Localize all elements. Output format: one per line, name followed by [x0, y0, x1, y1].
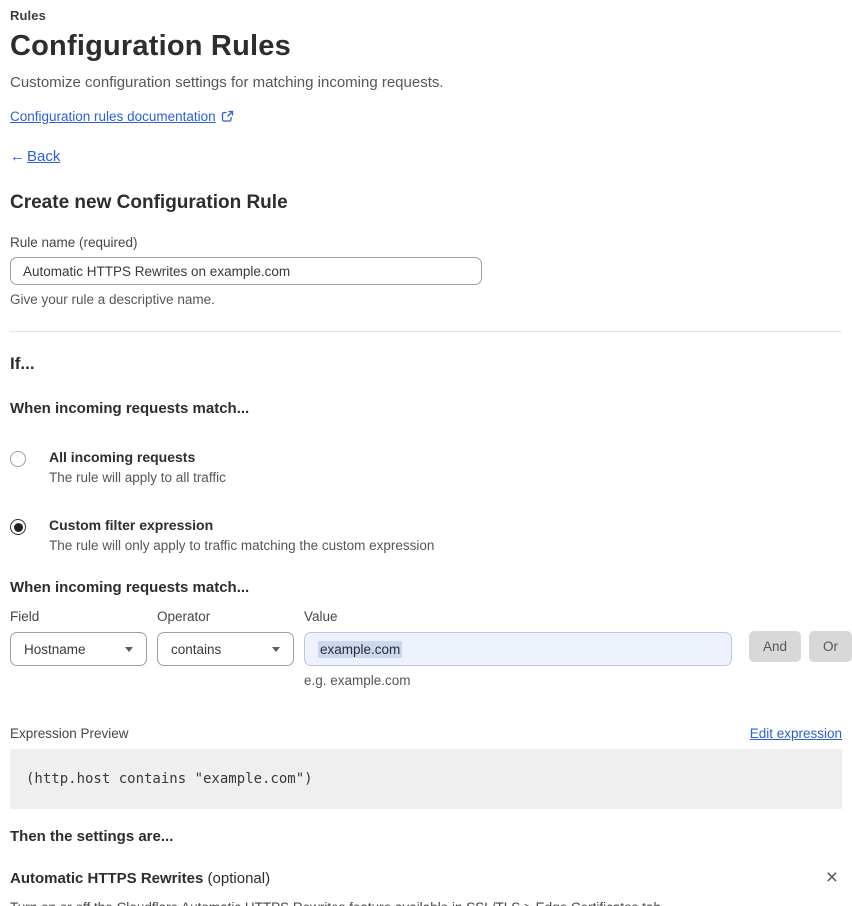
value-input[interactable]: example.com	[304, 632, 732, 666]
documentation-link[interactable]: Configuration rules documentation	[10, 109, 216, 124]
radio-option-description: The rule will only apply to traffic matc…	[49, 538, 435, 553]
field-select-value: Hostname	[24, 641, 86, 657]
builder-title: When incoming requests match...	[10, 579, 250, 596]
expression-builder-row: Field Hostname Operator contains Value e…	[10, 609, 852, 688]
field-column: Field Hostname	[10, 609, 147, 666]
back-arrow-icon: ←	[10, 148, 25, 165]
field-label: Field	[10, 609, 40, 624]
page-subtitle: Customize configuration settings for mat…	[10, 74, 444, 91]
radio-option-all-requests[interactable]: All incoming requests The rule will appl…	[10, 449, 842, 485]
operator-select-value: contains	[171, 641, 222, 657]
operator-label: Operator	[157, 609, 211, 624]
close-icon[interactable]: ×	[822, 867, 842, 888]
match-title: When incoming requests match...	[10, 400, 250, 417]
radio-option-description: The rule will apply to all traffic	[49, 470, 226, 485]
value-column: Value example.com e.g. example.com	[304, 609, 732, 688]
radio-button-icon[interactable]	[10, 451, 26, 467]
create-rule-title: Create new Configuration Rule	[10, 192, 288, 213]
page-title: Configuration Rules	[10, 30, 291, 62]
setting-card-automatic-https-rewrites: Automatic HTTPS Rewrites (optional) × Tu…	[10, 867, 842, 906]
back-link[interactable]: Back	[27, 148, 60, 165]
and-button[interactable]: And	[749, 631, 802, 662]
chevron-down-icon	[125, 646, 133, 652]
value-helper: e.g. example.com	[304, 673, 411, 688]
configuration-rules-page: Rules Configuration Rules Customize conf…	[0, 0, 852, 906]
settings-title: Then the settings are...	[10, 828, 174, 845]
radio-button-icon[interactable]	[10, 519, 26, 535]
value-label: Value	[304, 609, 338, 624]
setting-description: Turn on or off the Cloudflare Automatic …	[10, 900, 842, 906]
radio-option-custom-filter[interactable]: Custom filter expression The rule will o…	[10, 517, 842, 553]
or-button[interactable]: Or	[809, 631, 852, 662]
rule-name-input[interactable]	[10, 257, 482, 285]
setting-optional-suffix: (optional)	[207, 870, 271, 887]
value-input-text: example.com	[318, 640, 403, 658]
chevron-down-icon	[272, 646, 280, 652]
rule-name-helper: Give your rule a descriptive name.	[10, 292, 215, 307]
edit-expression-link[interactable]: Edit expression	[750, 726, 842, 741]
expression-text: (http.host contains "example.com")	[26, 771, 313, 787]
operator-column: Operator contains	[157, 609, 294, 666]
setting-name: Automatic HTTPS Rewrites (optional)	[10, 870, 270, 887]
operator-select[interactable]: contains	[157, 632, 294, 666]
expression-preview-label: Expression Preview	[10, 726, 129, 741]
radio-option-label: Custom filter expression	[49, 517, 214, 533]
expression-preview-box: (http.host contains "example.com")	[10, 749, 842, 809]
setting-name-bold: Automatic HTTPS Rewrites	[10, 870, 204, 887]
rule-name-label: Rule name (required)	[10, 235, 138, 250]
radio-option-label: All incoming requests	[49, 449, 196, 465]
external-link-icon	[221, 110, 234, 123]
section-divider	[10, 331, 842, 332]
if-title: If...	[10, 354, 35, 373]
field-select[interactable]: Hostname	[10, 632, 147, 666]
breadcrumb: Rules	[10, 8, 46, 23]
